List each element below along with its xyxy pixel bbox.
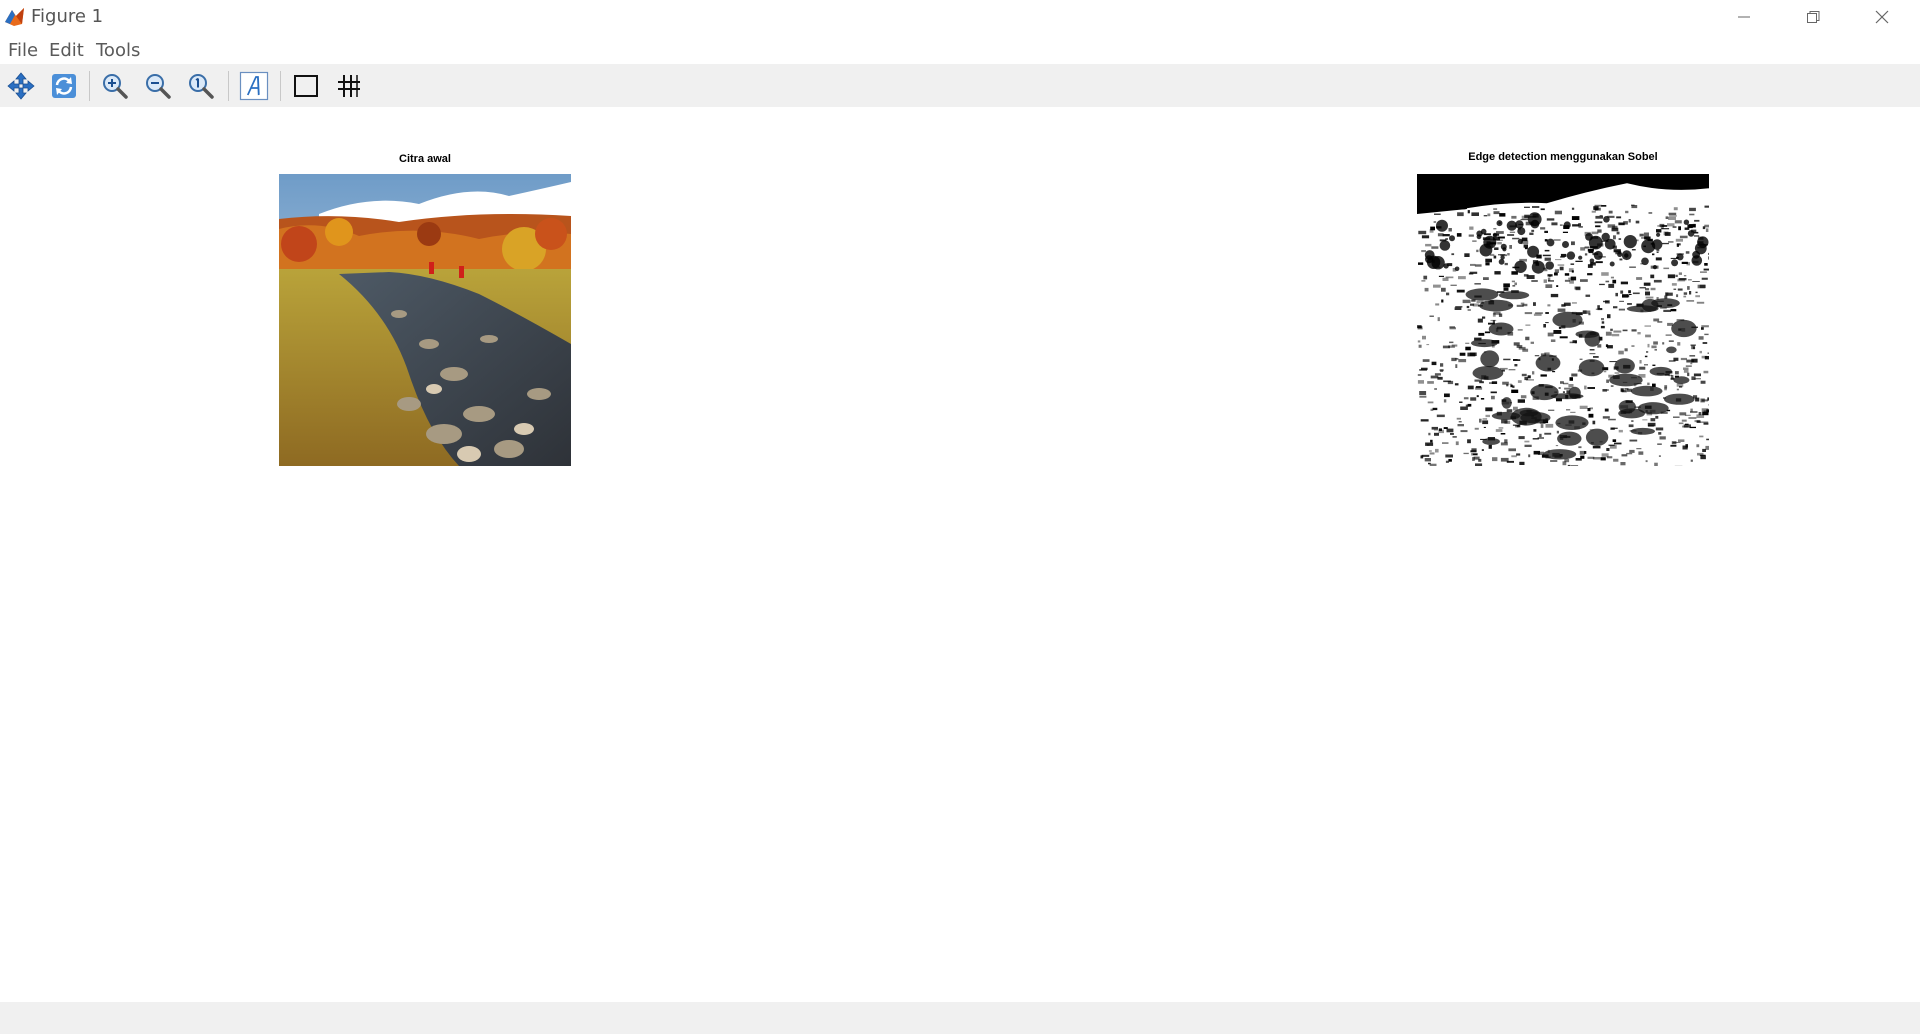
menu-tools[interactable]: Tools (96, 40, 140, 61)
axes-title-edge: Edge detection menggunakan Sobel (1468, 151, 1658, 163)
rotate-icon (52, 74, 76, 98)
original-image (279, 174, 571, 466)
pan-button[interactable] (4, 69, 38, 103)
rotate-button[interactable] (47, 69, 81, 103)
maximize-button[interactable] (1779, 0, 1847, 34)
toolbar-separator (89, 71, 90, 101)
grid-button[interactable] (332, 69, 366, 103)
zoom-reset-icon (189, 74, 214, 99)
rectangle-button[interactable] (289, 69, 323, 103)
zoom-in-icon (103, 74, 128, 99)
toolbar-separator (280, 71, 281, 101)
pan-icon (7, 72, 35, 100)
minimize-icon (1738, 16, 1750, 18)
zoom-out-icon (146, 74, 171, 99)
text-annotation-button[interactable] (237, 69, 271, 103)
figure-canvas: Citra awal Edge detection menggunakan So… (0, 107, 1920, 1002)
toolbar (0, 64, 1920, 107)
restore-icon (1807, 11, 1820, 23)
matlab-logo-icon (2, 4, 28, 30)
grid-icon (338, 75, 360, 97)
zoom-in-button[interactable] (98, 69, 132, 103)
status-bar (0, 1002, 1920, 1034)
axes-title-original: Citra awal (399, 153, 451, 165)
title-bar: Figure 1 (0, 0, 1920, 36)
close-icon (1875, 10, 1889, 24)
text-annotation-icon (239, 71, 269, 101)
figure-window: Figure 1 File Edit Tools Citra awal Edge… (0, 0, 1920, 1034)
minimize-button[interactable] (1710, 0, 1778, 34)
menu-edit[interactable]: Edit (49, 40, 84, 61)
menu-file[interactable]: File (8, 40, 38, 61)
toolbar-separator (228, 71, 229, 101)
menu-bar: File Edit Tools (0, 36, 1920, 64)
zoom-out-button[interactable] (141, 69, 175, 103)
edge-image (1417, 174, 1709, 466)
window-title: Figure 1 (31, 6, 104, 27)
rectangle-icon (294, 75, 318, 97)
zoom-reset-button[interactable] (184, 69, 218, 103)
close-button[interactable] (1848, 0, 1916, 34)
